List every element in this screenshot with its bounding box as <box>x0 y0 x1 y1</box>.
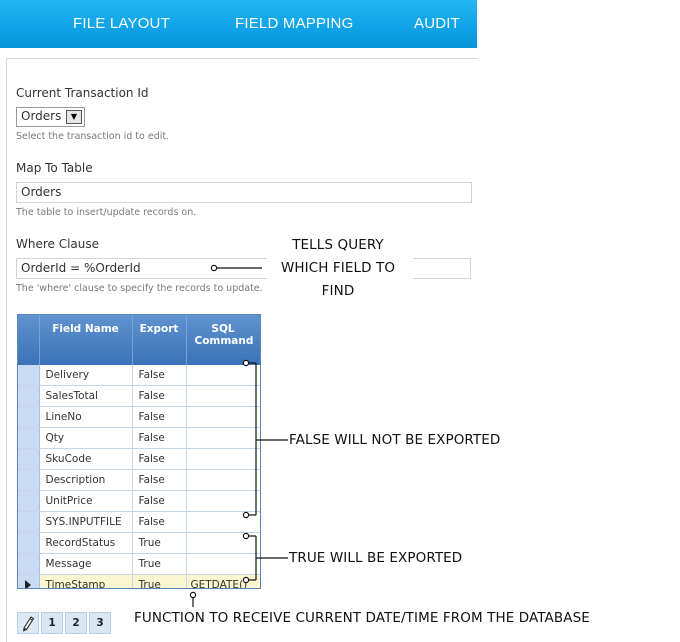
cell-sql-command[interactable] <box>186 490 260 512</box>
pencil-icon[interactable] <box>17 612 39 634</box>
cell-export[interactable]: True <box>132 532 187 554</box>
cell-sql-command[interactable] <box>186 553 260 575</box>
annotation-where-line2: WHICH FIELD TO <box>280 260 396 276</box>
cell-sql-command[interactable] <box>186 406 260 428</box>
cell-sql-command[interactable]: GETDATE() <box>186 574 260 588</box>
cell-export[interactable]: False <box>132 427 187 449</box>
page-button-3[interactable]: 3 <box>89 612 111 634</box>
table-row[interactable]: RecordStatus True <box>18 532 260 554</box>
cell-field-name[interactable]: SkuCode <box>39 448 133 470</box>
cell-export[interactable]: False <box>132 406 187 428</box>
annotation-function-note: FUNCTION TO RECEIVE CURRENT DATE/TIME FR… <box>134 610 590 626</box>
field-mapping-grid: Field Name Export SQL Command Delivery Fa… <box>17 314 261 589</box>
page-button-1[interactable]: 1 <box>41 612 63 634</box>
table-row[interactable]: Qty False <box>18 427 260 449</box>
cell-export[interactable]: False <box>132 469 187 491</box>
map-to-table-hint: The table to insert/update records on. <box>16 207 197 218</box>
row-selector[interactable] <box>18 511 40 533</box>
cell-field-name[interactable]: Delivery <box>39 365 133 386</box>
transaction-id-value: Orders <box>21 109 62 123</box>
annotation-false-note: FALSE WILL NOT BE EXPORTED <box>289 432 501 448</box>
top-navigation-bar: FILE LAYOUT FIELD MAPPING AUDIT <box>0 0 477 48</box>
map-to-table-input[interactable]: Orders <box>16 182 472 203</box>
cell-sql-command[interactable] <box>186 532 260 554</box>
row-selector[interactable] <box>18 448 40 470</box>
where-clause-value: OrderId = %OrderId <box>21 261 141 275</box>
cell-field-name[interactable]: UnitPrice <box>39 490 133 512</box>
cell-field-name[interactable]: Description <box>39 469 133 491</box>
row-selector[interactable] <box>18 427 40 449</box>
cell-sql-command[interactable] <box>186 448 260 470</box>
row-selector[interactable] <box>18 385 40 407</box>
transaction-id-hint: Select the transaction id to edit. <box>16 131 170 142</box>
table-row[interactable]: Delivery False <box>18 365 260 386</box>
transaction-id-select[interactable]: Orders ▼ <box>16 107 85 127</box>
current-row-arrow-icon <box>25 580 31 588</box>
cell-field-name[interactable]: RecordStatus <box>39 532 133 554</box>
row-selector-current[interactable] <box>18 574 40 588</box>
tab-audit[interactable]: AUDIT <box>414 15 460 32</box>
where-clause-hint: The 'where' clause to specify the record… <box>16 283 263 294</box>
row-selector[interactable] <box>18 469 40 491</box>
tab-file-layout[interactable]: FILE LAYOUT <box>73 15 170 32</box>
table-row[interactable]: Description False <box>18 469 260 491</box>
map-to-table-value: Orders <box>21 185 62 199</box>
header-field-name[interactable]: Field Name <box>39 315 133 365</box>
page-button-2[interactable]: 2 <box>65 612 87 634</box>
map-to-table-label: Map To Table <box>16 161 93 175</box>
cell-field-name[interactable]: SalesTotal <box>39 385 133 407</box>
row-selector[interactable] <box>18 406 40 428</box>
table-row[interactable]: LineNo False <box>18 406 260 428</box>
table-row-active[interactable]: TimeStamp True GETDATE() <box>18 574 260 588</box>
where-clause-input-end[interactable] <box>413 258 471 279</box>
cell-export[interactable]: True <box>132 574 187 588</box>
cell-export[interactable]: False <box>132 490 187 512</box>
row-selector[interactable] <box>18 490 40 512</box>
row-selector[interactable] <box>18 532 40 554</box>
cell-field-name[interactable]: Message <box>39 553 133 575</box>
tab-field-mapping[interactable]: FIELD MAPPING <box>235 15 353 32</box>
row-selector-header <box>18 315 40 365</box>
header-sql-command[interactable]: SQL Command <box>186 315 260 365</box>
cell-export[interactable]: False <box>132 385 187 407</box>
row-selector[interactable] <box>18 553 40 575</box>
cell-field-name[interactable]: TimeStamp <box>39 574 133 588</box>
where-clause-input[interactable]: OrderId = %OrderId <box>16 258 267 279</box>
annotation-where-line3: FIND <box>321 283 355 299</box>
annotation-where-line1: TELLS QUERY <box>292 237 384 253</box>
cell-export[interactable]: False <box>132 448 187 470</box>
cell-sql-command[interactable] <box>186 365 260 386</box>
annotation-true-note: TRUE WILL BE EXPORTED <box>289 550 463 566</box>
cell-sql-command[interactable] <box>186 511 260 533</box>
table-row[interactable]: SalesTotal False <box>18 385 260 407</box>
transaction-id-label: Current Transaction Id <box>16 86 149 100</box>
cell-field-name[interactable]: SYS.INPUTFILE <box>39 511 133 533</box>
header-export[interactable]: Export <box>132 315 187 365</box>
pencil-icon-graphic <box>22 616 35 632</box>
cell-sql-command[interactable] <box>186 385 260 407</box>
where-clause-label: Where Clause <box>16 237 100 251</box>
row-selector[interactable] <box>18 365 40 386</box>
dropdown-arrow-icon[interactable]: ▼ <box>66 110 82 124</box>
cell-field-name[interactable]: LineNo <box>39 406 133 428</box>
table-row[interactable]: Message True <box>18 553 260 575</box>
cell-export[interactable]: False <box>132 511 187 533</box>
cell-export[interactable]: True <box>132 553 187 575</box>
cell-export[interactable]: False <box>132 365 187 386</box>
table-row[interactable]: SYS.INPUTFILE False <box>18 511 260 533</box>
cell-sql-command[interactable] <box>186 427 260 449</box>
cell-field-name[interactable]: Qty <box>39 427 133 449</box>
cell-sql-command[interactable] <box>186 469 260 491</box>
table-row[interactable]: SkuCode False <box>18 448 260 470</box>
table-row[interactable]: UnitPrice False <box>18 490 260 512</box>
